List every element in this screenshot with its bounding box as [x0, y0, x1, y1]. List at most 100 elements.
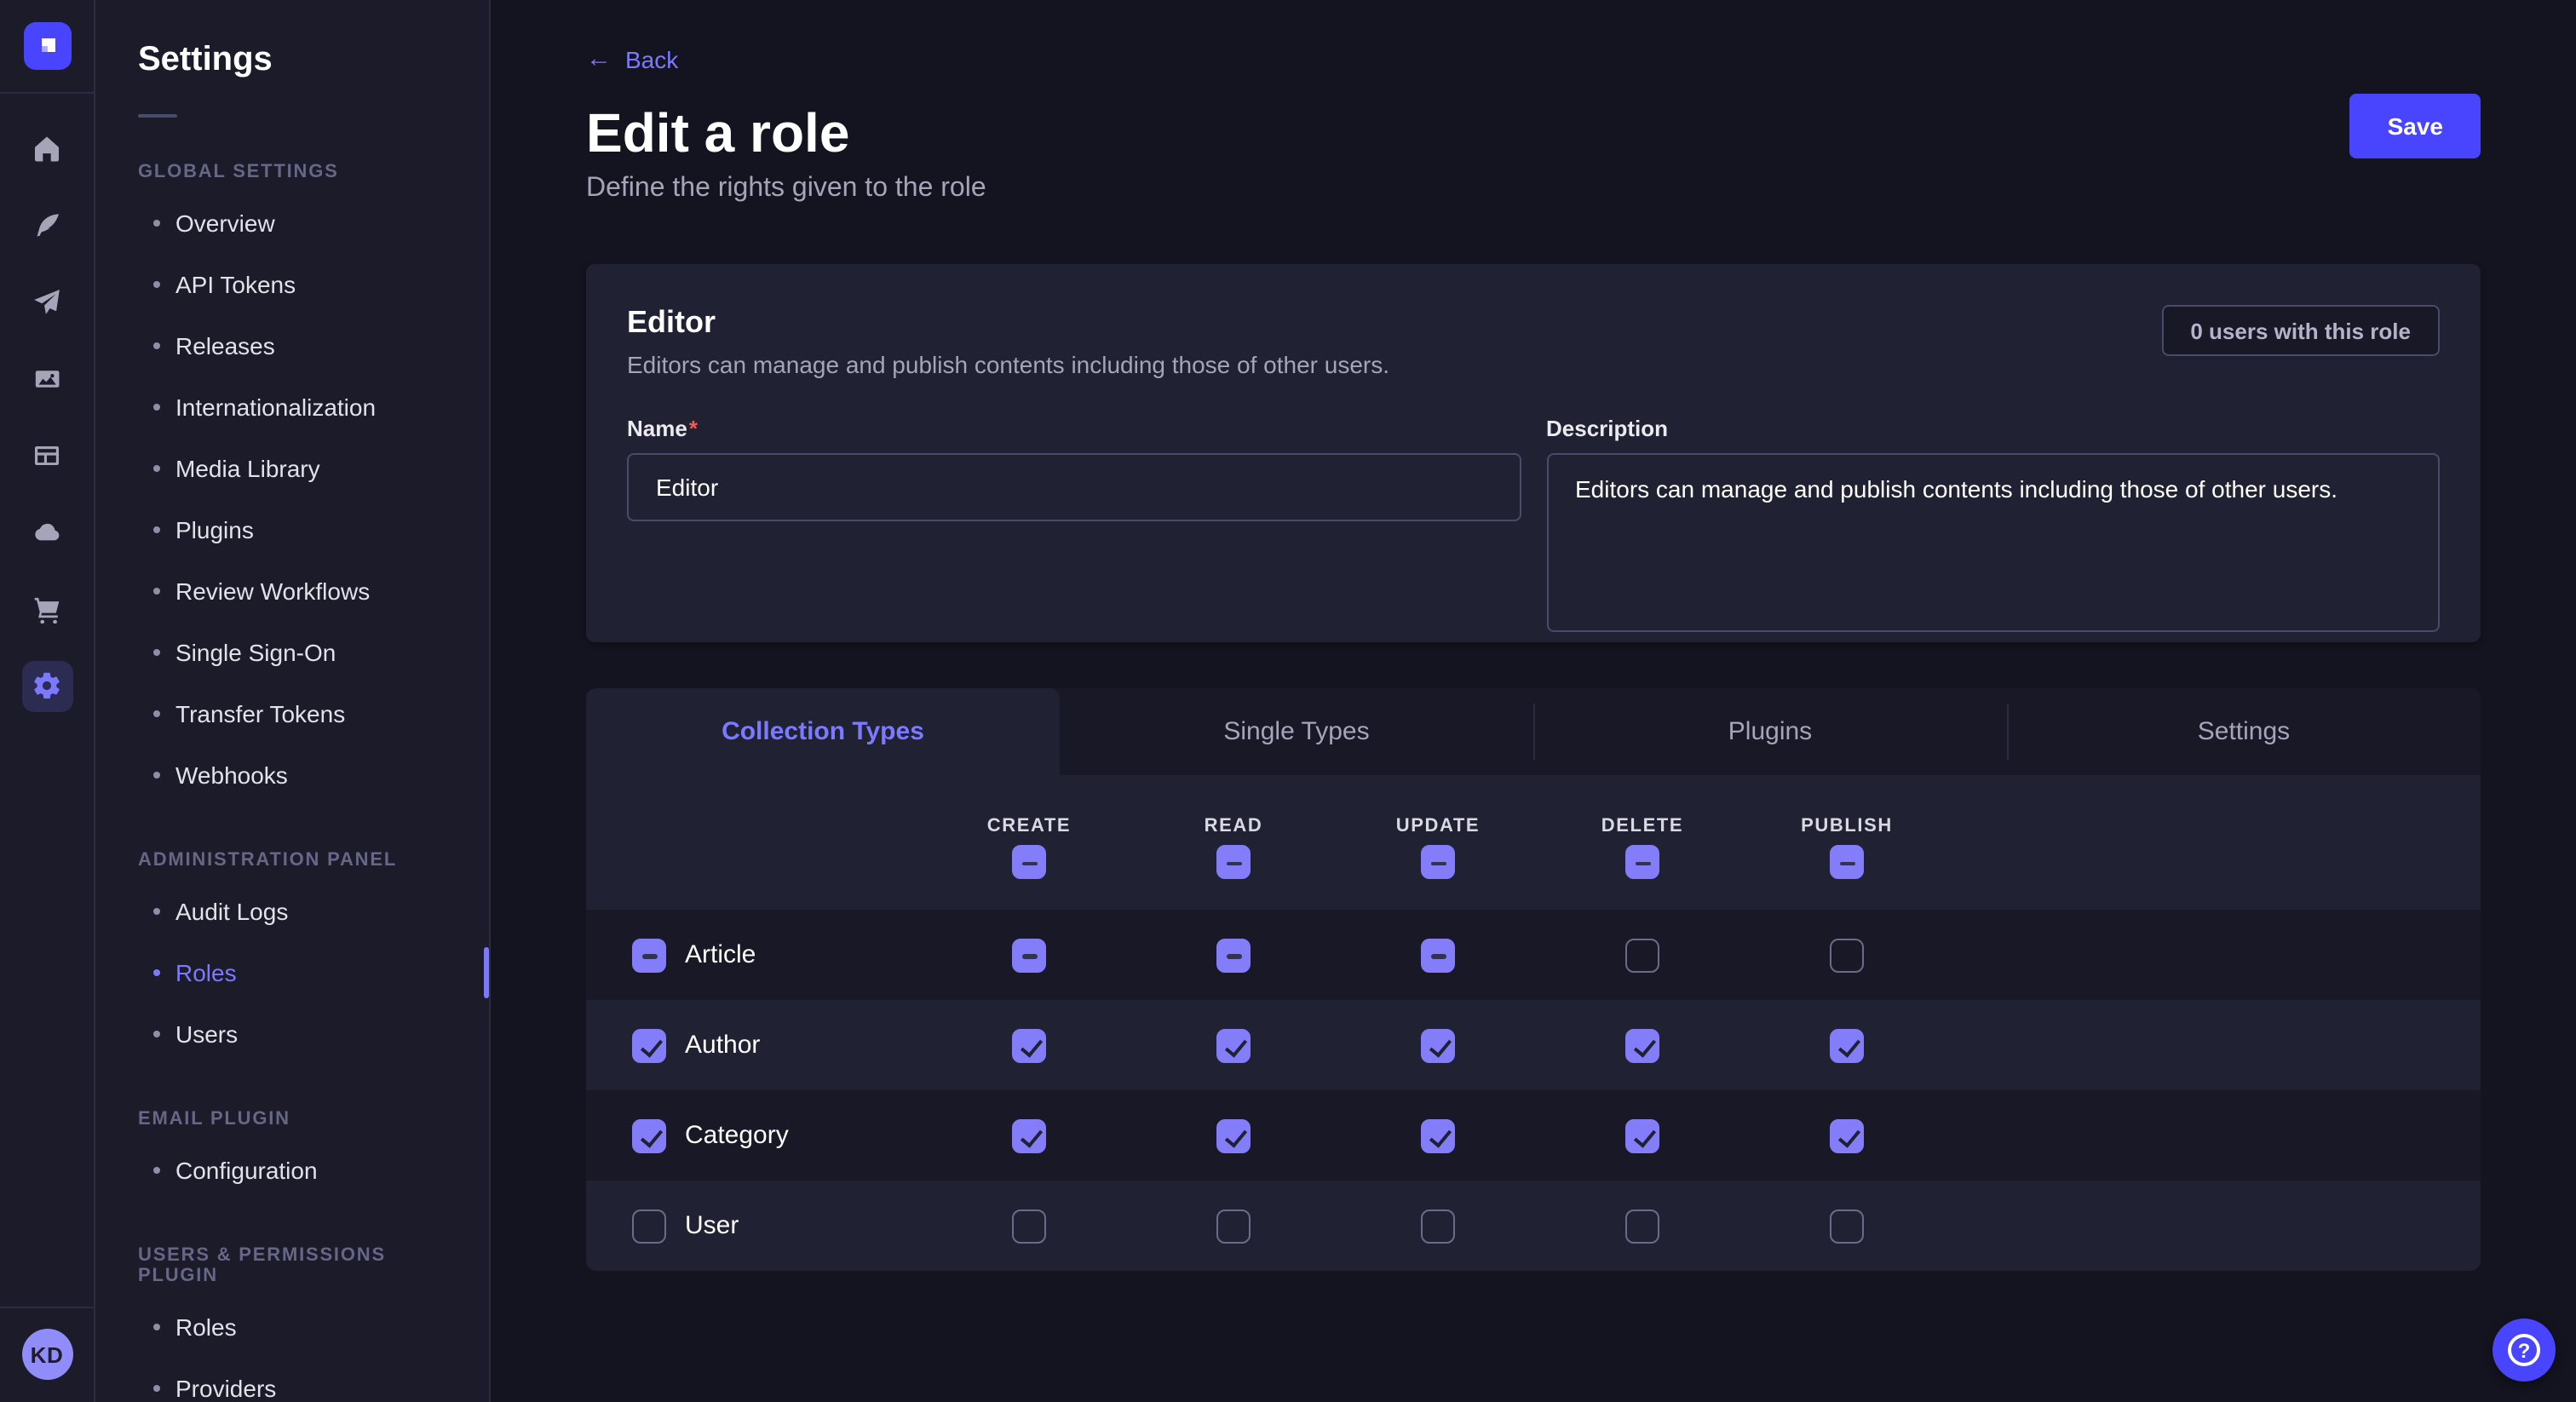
- users-with-role-button[interactable]: 0 users with this role: [2161, 305, 2440, 356]
- help-button[interactable]: ?: [2493, 1319, 2556, 1382]
- name-field-label: Name*: [627, 416, 1521, 441]
- row-checkbox-user[interactable]: [632, 1209, 666, 1243]
- sidebar-item-audit-logs[interactable]: Audit Logs: [95, 881, 489, 942]
- sidebar-section-global-settings: GLOBAL SETTINGS: [138, 162, 446, 182]
- row-checkbox-article[interactable]: [632, 938, 666, 972]
- rail-item-cart-icon[interactable]: [0, 571, 95, 647]
- rail-item-gear-icon[interactable]: [0, 647, 95, 724]
- tab-single-types[interactable]: Single Types: [1060, 688, 1533, 775]
- bullet-icon: [153, 969, 160, 976]
- role-name-heading: Editor: [627, 305, 1389, 341]
- master-checkbox-update[interactable]: [1421, 845, 1455, 879]
- sidebar-item-media-library[interactable]: Media Library: [95, 438, 489, 499]
- sidebar-item-label: Plugins: [175, 516, 254, 543]
- sidebar-item-internationalization[interactable]: Internationalization: [95, 376, 489, 438]
- sidebar-item-overview[interactable]: Overview: [95, 192, 489, 254]
- master-checkbox-delete[interactable]: [1625, 845, 1659, 879]
- checkbox-category-delete[interactable]: [1625, 1118, 1659, 1152]
- permissions-section: Collection TypesSingle TypesPlugins Setti…: [586, 688, 2481, 1271]
- sidebar-item-label: Media Library: [175, 455, 320, 482]
- bullet-icon: [153, 281, 160, 288]
- checkbox-author-publish[interactable]: [1830, 1028, 1864, 1062]
- checkbox-category-publish[interactable]: [1830, 1118, 1864, 1152]
- user-avatar[interactable]: KD: [21, 1329, 72, 1380]
- master-checkbox-read[interactable]: [1216, 845, 1251, 879]
- role-details-card: Editor Editors can manage and publish co…: [586, 264, 2481, 642]
- tab-settings[interactable]: Settings: [2007, 688, 2481, 775]
- page-title: Edit a role: [586, 102, 2481, 164]
- checkbox-author-create[interactable]: [1012, 1028, 1046, 1062]
- checkbox-article-create[interactable]: [1012, 938, 1046, 972]
- page-subtitle: Define the rights given to the role: [586, 174, 2481, 204]
- checkbox-author-read[interactable]: [1216, 1028, 1251, 1062]
- row-checkbox-author[interactable]: [632, 1028, 666, 1062]
- master-checkbox-create[interactable]: [1012, 845, 1046, 879]
- back-link[interactable]: ← Back: [586, 46, 678, 73]
- master-checkbox-publish[interactable]: [1830, 845, 1864, 879]
- tab-label: Settings: [2198, 717, 2290, 746]
- tab-collection-types[interactable]: Collection Types: [586, 688, 1060, 775]
- tab-plugins[interactable]: Plugins: [1533, 688, 2007, 775]
- bullet-icon: [153, 526, 160, 533]
- bullet-icon: [153, 1031, 160, 1037]
- sidebar-item-label: Single Sign-On: [175, 639, 336, 666]
- rail-item-home-icon[interactable]: [0, 111, 95, 187]
- sidebar-item-plugins[interactable]: Plugins: [95, 499, 489, 560]
- checkbox-category-create[interactable]: [1012, 1118, 1046, 1152]
- save-button[interactable]: Save: [2350, 94, 2481, 158]
- column-header-update: UPDATE: [1336, 816, 1540, 836]
- rail-item-paper-plane-icon[interactable]: [0, 264, 95, 341]
- gear-icon: [32, 671, 61, 700]
- sidebar-item-review-workflows[interactable]: Review Workflows: [95, 560, 489, 622]
- sidebar-item-releases[interactable]: Releases: [95, 315, 489, 376]
- permissions-tabbar: Collection TypesSingle TypesPlugins Setti…: [586, 688, 2481, 775]
- rail-item-feather-icon[interactable]: [0, 187, 95, 264]
- strapi-logo-icon[interactable]: [23, 22, 71, 70]
- permission-row-author: Author: [586, 1000, 2481, 1090]
- layout-icon: [32, 441, 61, 470]
- rail-bottom: KD: [0, 1307, 94, 1402]
- sidebar-item-label: API Tokens: [175, 271, 296, 298]
- checkbox-user-create[interactable]: [1012, 1209, 1046, 1243]
- checkbox-user-publish[interactable]: [1830, 1209, 1864, 1243]
- checkbox-article-read[interactable]: [1216, 938, 1251, 972]
- name-input[interactable]: [627, 453, 1521, 521]
- sidebar-item-webhooks[interactable]: Webhooks: [95, 744, 489, 806]
- row-checkbox-category[interactable]: [632, 1118, 666, 1152]
- sidebar-item-api-tokens[interactable]: API Tokens: [95, 254, 489, 315]
- checkbox-user-update[interactable]: [1421, 1209, 1455, 1243]
- sidebar-item-configuration[interactable]: Configuration: [95, 1140, 489, 1201]
- rail-item-cloud-icon[interactable]: [0, 494, 95, 571]
- checkbox-author-update[interactable]: [1421, 1028, 1455, 1062]
- column-header-publish: PUBLISH: [1745, 816, 1949, 836]
- row-label: User: [685, 1211, 739, 1240]
- sidebar-item-label: Users: [175, 1020, 238, 1048]
- checkbox-user-read[interactable]: [1216, 1209, 1251, 1243]
- checkbox-article-publish[interactable]: [1830, 938, 1864, 972]
- bullet-icon: [153, 342, 160, 349]
- checkbox-article-update[interactable]: [1421, 938, 1455, 972]
- column-header-delete: DELETE: [1540, 816, 1745, 836]
- sidebar-item-label: Releases: [175, 332, 275, 359]
- app-window: KD Settings GLOBAL SETTINGS Overview API T…: [0, 0, 2576, 1402]
- checkbox-article-delete[interactable]: [1625, 938, 1659, 972]
- sidebar-item-label: Overview: [175, 210, 275, 237]
- sidebar-item-roles[interactable]: Roles: [95, 1296, 489, 1358]
- rail-item-media-library-icon[interactable]: [0, 341, 95, 417]
- checkbox-category-update[interactable]: [1421, 1118, 1455, 1152]
- sidebar-item-users[interactable]: Users: [95, 1003, 489, 1065]
- rail-item-layout-icon[interactable]: [0, 417, 95, 494]
- sidebar-item-transfer-tokens[interactable]: Transfer Tokens: [95, 683, 489, 744]
- sidebar-item-providers[interactable]: Providers: [95, 1358, 489, 1402]
- sidebar-item-label: Transfer Tokens: [175, 700, 345, 727]
- checkbox-category-read[interactable]: [1216, 1118, 1251, 1152]
- description-textarea[interactable]: Editors can manage and publish contents …: [1546, 453, 2440, 632]
- name-field-group: Name*: [627, 416, 1521, 641]
- checkbox-user-delete[interactable]: [1625, 1209, 1659, 1243]
- sidebar-item-roles[interactable]: Roles: [95, 942, 489, 1003]
- checkbox-author-delete[interactable]: [1625, 1028, 1659, 1062]
- sidebar-title-underline: [138, 114, 177, 118]
- bullet-icon: [153, 404, 160, 411]
- sidebar-item-single-sign-on[interactable]: Single Sign-On: [95, 622, 489, 683]
- back-label: Back: [625, 46, 678, 73]
